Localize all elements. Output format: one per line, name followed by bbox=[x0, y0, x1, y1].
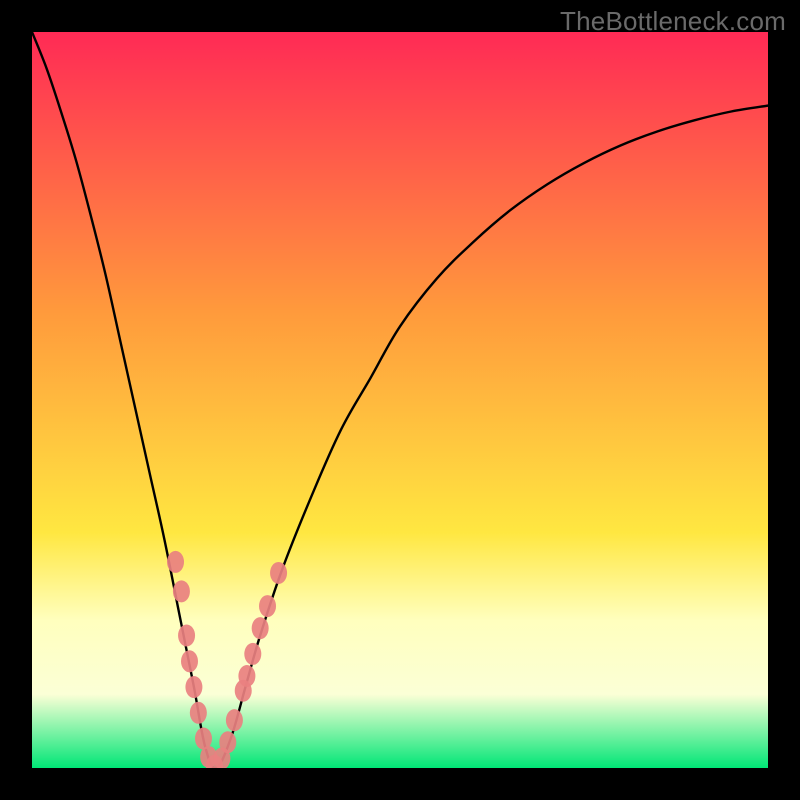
marker-dot bbox=[167, 551, 184, 573]
marker-dot bbox=[252, 617, 269, 639]
outer-frame: TheBottleneck.com bbox=[0, 0, 800, 800]
marker-dot bbox=[270, 562, 287, 584]
marker-dot bbox=[190, 702, 207, 724]
marker-dot bbox=[219, 731, 236, 753]
marker-dot bbox=[173, 580, 190, 602]
gradient-background bbox=[32, 32, 768, 768]
chart-svg bbox=[32, 32, 768, 768]
marker-dot bbox=[238, 665, 255, 687]
marker-dot bbox=[185, 676, 202, 698]
marker-dot bbox=[259, 595, 276, 617]
marker-dot bbox=[226, 709, 243, 731]
marker-dot bbox=[181, 650, 198, 672]
marker-dot bbox=[244, 643, 261, 665]
marker-dot bbox=[178, 625, 195, 647]
plot-area bbox=[32, 32, 768, 768]
